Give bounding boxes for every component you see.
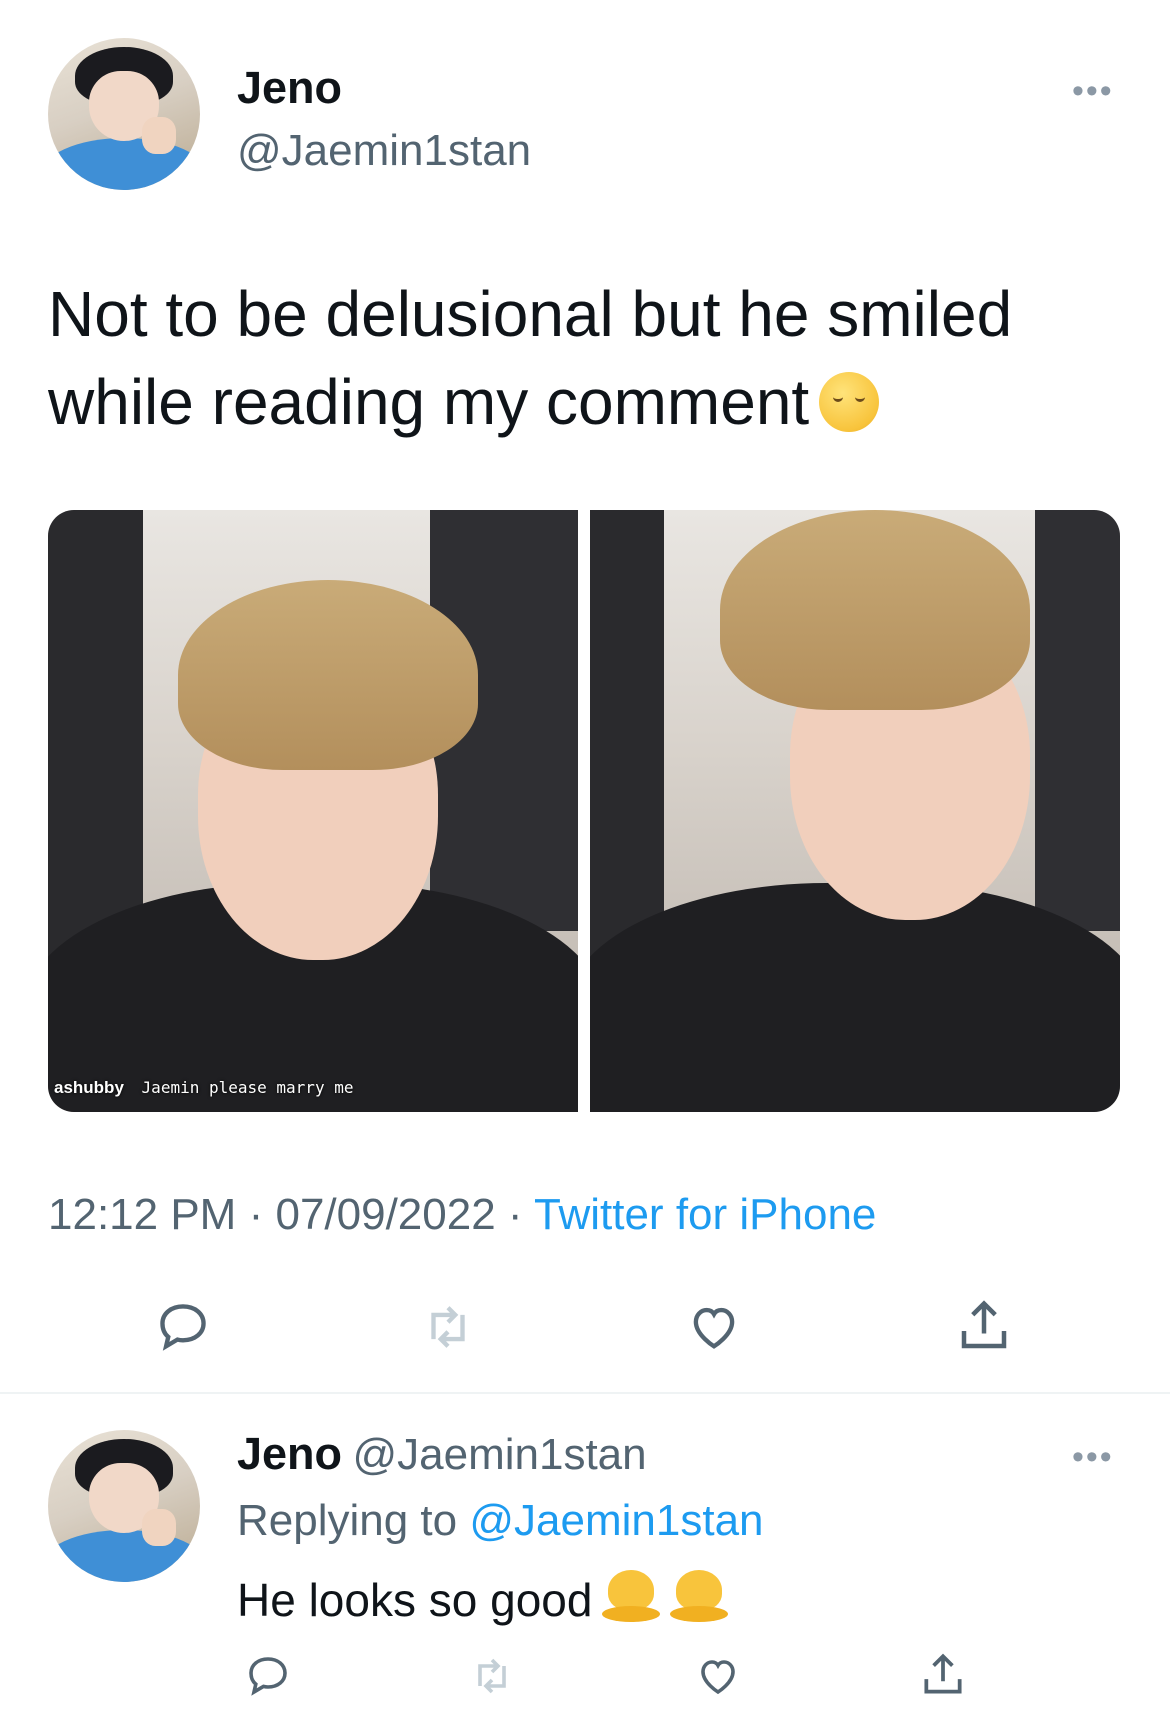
tweet-date: 07/09/2022 bbox=[275, 1190, 496, 1239]
reply-author-name[interactable]: Jeno bbox=[237, 1428, 342, 1479]
reply-author-handle[interactable]: @Jaemin1stan bbox=[352, 1430, 646, 1479]
author-avatar[interactable] bbox=[48, 38, 200, 190]
author-handle[interactable]: @Jaemin1stan bbox=[237, 126, 531, 176]
reply-header: Jeno @Jaemin1stan bbox=[237, 1428, 647, 1480]
reply-text-content: He looks so good bbox=[237, 1574, 593, 1626]
share-icon[interactable] bbox=[918, 1650, 968, 1700]
melting-face-icon bbox=[602, 1570, 661, 1622]
media-photo-1[interactable]: ashubby Jaemin please marry me bbox=[48, 510, 578, 1112]
reply-more-options-icon[interactable]: ••• bbox=[1072, 1438, 1114, 1477]
replying-prefix: Replying to bbox=[237, 1496, 458, 1545]
reply-text: He looks so good bbox=[237, 1570, 729, 1627]
media-caption-text: Jaemin please marry me bbox=[141, 1078, 354, 1097]
retweet-icon[interactable] bbox=[466, 1652, 518, 1700]
tweet-meta: 12:12 PM · 07/09/2022 · Twitter for iPho… bbox=[48, 1190, 876, 1240]
tweet-time: 12:12 PM bbox=[48, 1190, 237, 1239]
tweet-divider bbox=[0, 1392, 1170, 1394]
more-options-icon[interactable]: ••• bbox=[1072, 72, 1114, 111]
replying-to-line: Replying to @Jaemin1stan bbox=[237, 1496, 764, 1546]
media-caption-user: ashubby bbox=[54, 1078, 124, 1097]
retweet-icon[interactable] bbox=[417, 1298, 479, 1356]
reply-author-avatar[interactable] bbox=[48, 1430, 200, 1582]
tweet-text: Not to be delusional but he smiled while… bbox=[48, 270, 1088, 446]
relieved-face-icon bbox=[819, 372, 880, 432]
meta-separator: · bbox=[507, 1190, 523, 1239]
author-name[interactable]: Jeno bbox=[237, 62, 342, 114]
media-photo-2[interactable] bbox=[590, 510, 1120, 1112]
share-icon[interactable] bbox=[954, 1296, 1014, 1356]
reply-icon[interactable] bbox=[153, 1298, 213, 1356]
like-icon[interactable] bbox=[684, 1298, 744, 1356]
tweet-source-link[interactable]: Twitter for iPhone bbox=[534, 1190, 876, 1239]
meta-separator: · bbox=[248, 1190, 264, 1239]
replying-to-mention[interactable]: @Jaemin1stan bbox=[469, 1496, 763, 1545]
media-caption: ashubby Jaemin please marry me bbox=[54, 1078, 353, 1098]
like-icon[interactable] bbox=[693, 1652, 743, 1700]
reply-icon[interactable] bbox=[243, 1652, 293, 1700]
melting-face-icon bbox=[670, 1570, 729, 1622]
